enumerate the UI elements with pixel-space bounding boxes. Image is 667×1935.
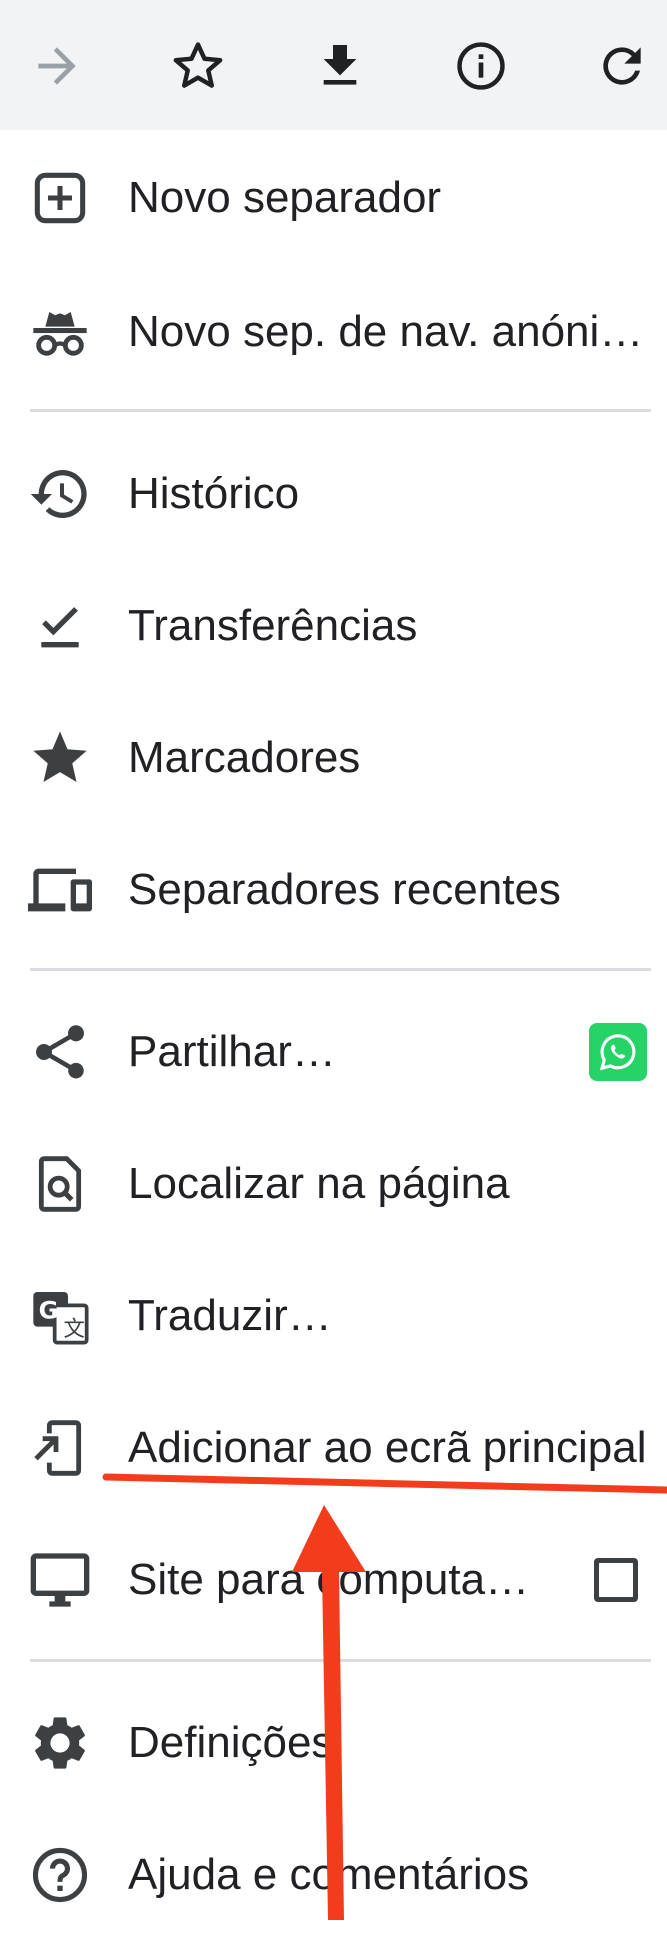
menu-toolbar — [0, 0, 667, 130]
menu-item-add-to-home-screen[interactable]: Adicionar ao ecrã principal — [0, 1388, 667, 1508]
menu-item-bookmarks[interactable]: Marcadores — [0, 698, 667, 818]
menu-item-label: Marcadores — [128, 733, 361, 782]
menu-item-share[interactable]: Partilhar… — [0, 992, 667, 1112]
star-filled-icon — [28, 726, 92, 790]
menu-item-new-tab[interactable]: Novo separador — [0, 138, 667, 258]
download-button[interactable] — [302, 28, 378, 104]
help-icon — [28, 1843, 92, 1907]
menu-item-label: Ajuda e comentários — [128, 1850, 530, 1899]
menu-item-find-in-page[interactable]: Localizar na página — [0, 1124, 667, 1244]
menu-item-label: Traduzir… — [128, 1291, 332, 1340]
menu-item-help[interactable]: Ajuda e comentários — [0, 1815, 667, 1935]
menu-item-translate[interactable]: G 文 Traduzir… — [0, 1256, 667, 1376]
menu-item-label: Localizar na página — [128, 1159, 510, 1208]
new-tab-icon — [28, 166, 92, 230]
forward-button[interactable] — [19, 28, 95, 104]
menu-item-label: Partilhar… — [128, 1027, 336, 1076]
find-in-page-icon — [28, 1152, 92, 1216]
translate-icon: G 文 — [28, 1284, 92, 1348]
svg-text:文: 文 — [63, 1317, 84, 1342]
menu-item-label: Histórico — [128, 469, 300, 518]
whatsapp-icon[interactable] — [589, 1023, 647, 1081]
svg-text:G: G — [39, 1297, 59, 1325]
menu-divider — [30, 409, 651, 412]
devices-icon — [28, 858, 92, 922]
reload-icon — [603, 47, 641, 85]
add-to-home-screen-icon — [28, 1416, 92, 1480]
reload-button[interactable] — [584, 28, 660, 104]
star-outline-icon — [173, 42, 223, 88]
menu-item-label: Novo separador — [128, 173, 442, 222]
page-info-button[interactable] — [443, 28, 519, 104]
menu-item-history[interactable]: Histórico — [0, 434, 667, 554]
menu-item-settings[interactable]: Definições — [0, 1683, 667, 1803]
menu-divider — [30, 1659, 651, 1662]
menu-item-label: Separadores recentes — [128, 865, 561, 914]
menu-item-label: Adicionar ao ecrã principal — [128, 1423, 647, 1472]
menu-item-label: Novo sep. de nav. anóni… — [128, 307, 644, 356]
menu-item-label: Transferências — [128, 601, 418, 650]
menu-item-desktop-site[interactable]: Site para computa… — [0, 1520, 667, 1640]
desktop-site-checkbox[interactable] — [594, 1558, 638, 1602]
share-icon — [28, 1020, 92, 1084]
settings-icon — [28, 1711, 92, 1775]
info-icon — [457, 42, 505, 90]
menu-item-downloads[interactable]: Transferências — [0, 566, 667, 686]
history-icon — [28, 462, 92, 526]
incognito-icon — [28, 300, 92, 364]
downloads-check-icon — [28, 594, 92, 658]
menu-item-label: Site para computa… — [128, 1555, 530, 1604]
arrow-forward-icon — [38, 47, 76, 85]
menu-item-recent-tabs[interactable]: Separadores recentes — [0, 830, 667, 950]
desktop-icon — [28, 1548, 92, 1612]
menu-divider — [30, 968, 651, 971]
menu-item-label: Definições — [128, 1718, 334, 1767]
bookmark-star-button[interactable] — [160, 28, 236, 104]
menu-item-new-incognito-tab[interactable]: Novo sep. de nav. anóni… — [0, 272, 667, 392]
download-icon — [323, 45, 357, 85]
